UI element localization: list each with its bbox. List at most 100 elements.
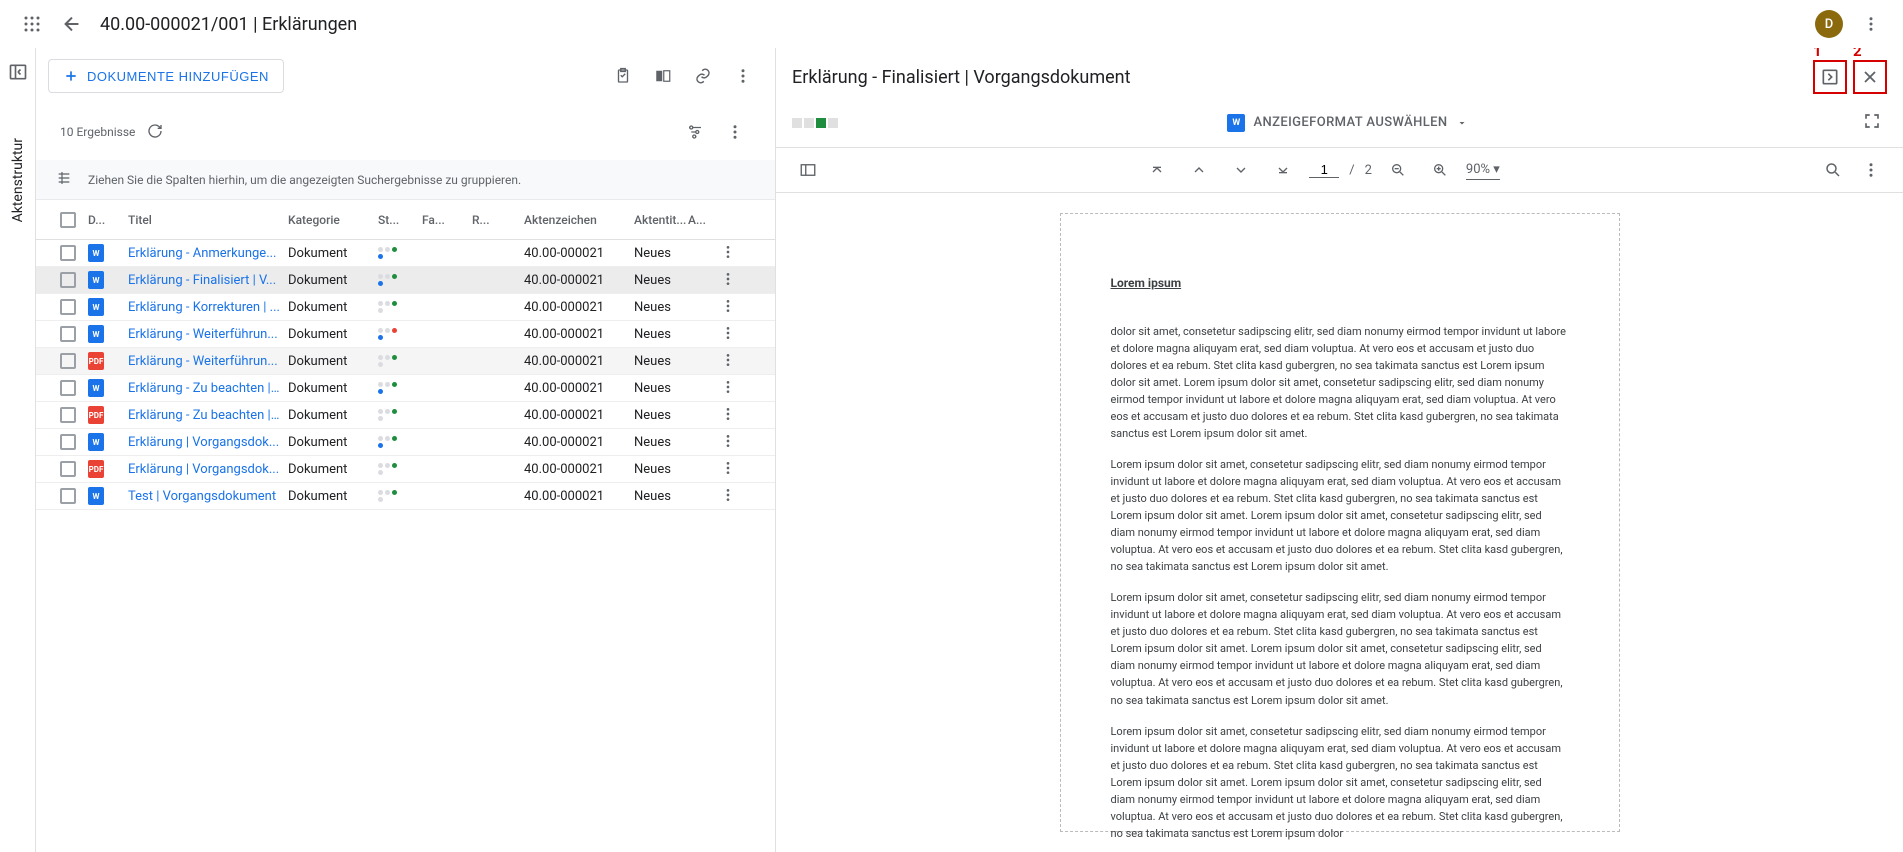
row-checkbox[interactable] (60, 407, 76, 423)
row-checkbox[interactable] (60, 380, 76, 396)
close-preview-button[interactable] (1853, 60, 1887, 94)
row-menu-button[interactable] (720, 352, 736, 371)
col-title[interactable]: Titel (128, 213, 288, 227)
row-title-link[interactable]: Erklärung | Vorgangsdok... (128, 462, 280, 477)
row-aktenzeichen: 40.00-000021 (524, 381, 634, 396)
apps-menu-button[interactable] (12, 4, 52, 44)
row-aktentit: Neues (634, 354, 688, 369)
callout-2: 2 (1853, 48, 1862, 60)
group-drop-zone[interactable]: Ziehen Sie die Spalten hierhin, um die a… (36, 160, 775, 200)
row-title-link[interactable]: Erklärung | Vorgangsdok... (128, 435, 280, 450)
back-button[interactable] (52, 4, 92, 44)
user-avatar[interactable]: D (1815, 10, 1843, 38)
select-all-checkbox[interactable] (60, 212, 76, 228)
row-category: Dokument (288, 327, 378, 342)
col-aktentit[interactable]: Aktentit... (634, 213, 688, 227)
col-type[interactable]: D... (88, 213, 128, 227)
table-row[interactable]: PDFErklärung | Vorgangsdok...Dokument40.… (36, 456, 775, 483)
row-menu-button[interactable] (720, 379, 736, 398)
table-row[interactable]: WErklärung - Anmerkunge...Dokument40.00-… (36, 240, 775, 267)
table-row[interactable]: WErklärung | Vorgangsdok...Dokument40.00… (36, 429, 775, 456)
row-checkbox[interactable] (60, 353, 76, 369)
row-menu-button[interactable] (720, 271, 736, 290)
table-header: D... Titel Kategorie St... Fa... R... Ak… (36, 200, 775, 240)
word-icon: W (1227, 114, 1245, 132)
top-bar: 40.00-000021/001 | Erklärungen D (0, 0, 1903, 48)
clipboard-button[interactable] (603, 56, 643, 96)
row-title-link[interactable]: Erklärung - Weiterführun... (128, 354, 280, 369)
row-menu-button[interactable] (720, 325, 736, 344)
row-aktentit: Neues (634, 462, 688, 477)
zoom-out-button[interactable] (1382, 154, 1414, 186)
row-title-link[interactable]: Erklärung - Korrekturen | ... (128, 300, 280, 315)
table-row[interactable]: WErklärung - Korrekturen | ...Dokument40… (36, 294, 775, 321)
format-row: W ANZEIGEFORMAT AUSWÄHLEN (776, 102, 1903, 148)
viewer-more-button[interactable] (1855, 154, 1887, 186)
table-row[interactable]: PDFErklärung - Weiterführun...Dokument40… (36, 348, 775, 375)
sidebar-toggle-button[interactable] (6, 60, 30, 84)
col-category[interactable]: Kategorie (288, 213, 378, 227)
row-title-link[interactable]: Erklärung - Weiterführun... (128, 327, 280, 342)
row-checkbox[interactable] (60, 488, 76, 504)
row-title-link[interactable]: Test | Vorgangsdokument (128, 489, 280, 504)
zoom-in-button[interactable] (1424, 154, 1456, 186)
row-checkbox[interactable] (60, 326, 76, 342)
document-table: D... Titel Kategorie St... Fa... R... Ak… (36, 200, 775, 510)
prev-page-button[interactable] (1183, 154, 1215, 186)
row-aktentit: Neues (634, 381, 688, 396)
col-aktenzeichen[interactable]: Aktenzeichen (524, 213, 634, 227)
table-row[interactable]: WErklärung - Weiterführun...Dokument40.0… (36, 321, 775, 348)
status-dots (378, 382, 400, 394)
progress-indicator (792, 118, 838, 128)
row-checkbox[interactable] (60, 299, 76, 315)
refresh-button[interactable] (147, 123, 163, 142)
row-menu-button[interactable] (720, 487, 736, 506)
col-status[interactable]: St... (378, 213, 422, 227)
col-a[interactable]: A... (688, 213, 708, 227)
zoom-select[interactable]: 90% ▾ (1466, 160, 1500, 180)
row-menu-button[interactable] (720, 433, 736, 452)
row-menu-button[interactable] (720, 460, 736, 479)
col-r[interactable]: R... (472, 213, 524, 227)
col-fa[interactable]: Fa... (422, 213, 472, 227)
page-number-input[interactable] (1309, 162, 1339, 178)
search-button[interactable] (1817, 154, 1849, 186)
row-menu-button[interactable] (720, 298, 736, 317)
list-more-button[interactable] (723, 56, 763, 96)
first-page-button[interactable] (1141, 154, 1173, 186)
row-checkbox[interactable] (60, 272, 76, 288)
next-page-button[interactable] (1225, 154, 1257, 186)
row-title-link[interactable]: Erklärung - Zu beachten |... (128, 408, 280, 423)
status-dots (378, 274, 400, 286)
compare-button[interactable] (643, 56, 683, 96)
last-page-button[interactable] (1267, 154, 1299, 186)
fullscreen-button[interactable] (1857, 106, 1887, 139)
group-icon (56, 170, 72, 189)
add-document-button[interactable]: DOKUMENTE HINZUFÜGEN (48, 59, 284, 93)
row-checkbox[interactable] (60, 434, 76, 450)
row-title-link[interactable]: Erklärung - Zu beachten |... (128, 381, 280, 396)
open-in-new-button[interactable] (1813, 60, 1847, 94)
filter-button[interactable] (675, 112, 715, 152)
more-menu-button[interactable] (1851, 4, 1891, 44)
row-title-link[interactable]: Erklärung - Finalisiert | V... (128, 273, 280, 288)
row-menu-button[interactable] (720, 244, 736, 263)
table-row[interactable]: WErklärung - Finalisiert | V...Dokument4… (36, 267, 775, 294)
viewer-toolbar: / 2 90% ▾ (776, 148, 1903, 193)
row-title-link[interactable]: Erklärung - Anmerkunge... (128, 246, 280, 261)
results-more-button[interactable] (715, 112, 755, 152)
row-aktenzeichen: 40.00-000021 (524, 489, 634, 504)
document-viewport[interactable]: Lorem ipsum dolor sit amet, consetetur s… (776, 193, 1903, 852)
link-button[interactable] (683, 56, 723, 96)
row-checkbox[interactable] (60, 461, 76, 477)
row-checkbox[interactable] (60, 245, 76, 261)
results-count: 10 Ergebnisse (60, 125, 135, 139)
row-category: Dokument (288, 489, 378, 504)
row-menu-button[interactable] (720, 406, 736, 425)
panel-toggle-button[interactable] (792, 154, 824, 186)
table-row[interactable]: WErklärung - Zu beachten |...Dokument40.… (36, 375, 775, 402)
table-row[interactable]: PDFErklärung - Zu beachten |...Dokument4… (36, 402, 775, 429)
format-select[interactable]: W ANZEIGEFORMAT AUSWÄHLEN (1227, 114, 1467, 132)
page-sep: / (1349, 163, 1354, 178)
table-row[interactable]: WTest | VorgangsdokumentDokument40.00-00… (36, 483, 775, 510)
